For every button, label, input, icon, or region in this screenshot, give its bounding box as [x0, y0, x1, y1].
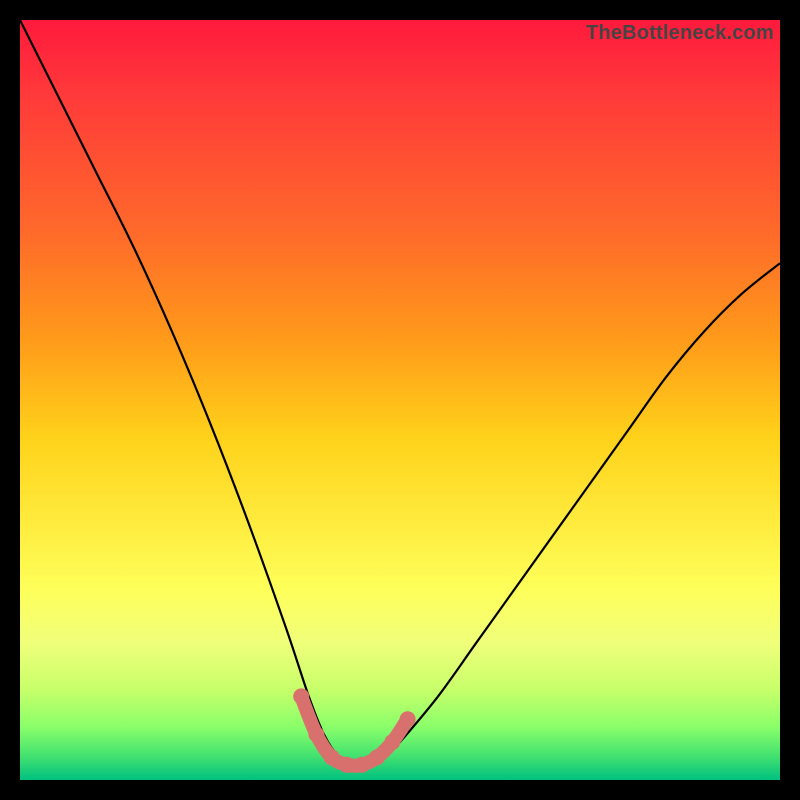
- bottleneck-curve: [20, 20, 780, 766]
- highlight-dot: [339, 757, 355, 773]
- curve-layer: [20, 20, 780, 780]
- highlight-dot: [354, 757, 370, 773]
- highlight-dot: [369, 749, 385, 765]
- highlight-dot: [293, 688, 309, 704]
- highlight-dot: [324, 749, 340, 765]
- highlight-dot: [384, 734, 400, 750]
- chart-frame: TheBottleneck.com: [0, 0, 800, 800]
- highlight-dot: [400, 711, 416, 727]
- highlight-dot: [308, 726, 324, 742]
- plot-area: TheBottleneck.com: [20, 20, 780, 780]
